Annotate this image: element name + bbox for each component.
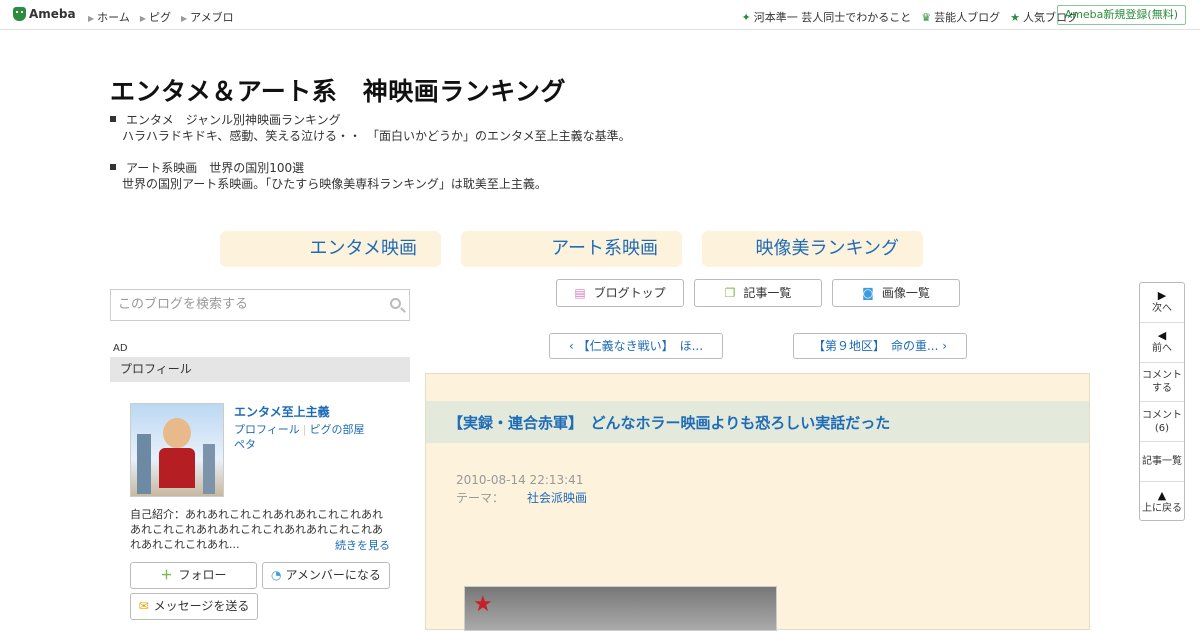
profile-link[interactable]: プロフィール [234,423,300,436]
plus-icon: ＋ [160,568,173,582]
signup-button[interactable]: Ameba新規登録(無料) [1056,5,1186,25]
send-message-button[interactable]: ✉ メッセージを送る [130,593,258,620]
avatar-body [159,448,195,488]
arrow-icon: ▶ [180,14,188,23]
blog-title[interactable]: エンタメ＆アート系 神映画ランキング [110,72,566,108]
side-back-to-top-button[interactable]: ▲ 上に戻る [1140,482,1184,522]
star-icon: ★ [1010,11,1020,24]
chevron-left-icon: ‹ [568,339,578,353]
article-title-bar: 【実録・連合赤軍】 どんなホラー映画よりも恐ろしい実話だった [426,401,1089,443]
read-more-link[interactable]: 続きを見る [335,537,390,553]
envelope-icon: ✉ [138,599,149,613]
trending-topic-link[interactable]: ✦ 河本準一 芸人同士でわかること [742,9,912,25]
follow-button[interactable]: ＋フォロー [130,562,257,589]
ameba-logo-icon [13,7,26,21]
nav-pigg-link[interactable]: ▶ ピグ [140,9,171,25]
pigg-room-link[interactable]: ピグの部屋 [310,423,365,436]
avatar-building [137,434,151,494]
side-comments-button[interactable]: コメント (6) [1140,402,1184,443]
entry-list-button[interactable]: ❐ 記事一覧 [694,279,822,307]
description-item: エンタメ ジャンル別神映画ランキング ハラハラドキドキ、感動、笑える泣ける・・ … [110,112,631,144]
header-right-links: ✦ 河本準一 芸人同士でわかること ♛ 芸能人ブログ ★ 人気ブログ [742,9,1078,25]
global-header: Ameba ▶ ホーム ▶ ピグ ▶ アメブロ ✦ 河本準一 芸人同士でわかること ♛ 芸… [0,0,1200,30]
article-date: 2010-08-14 22:13:41 [456,473,584,487]
side-next-button[interactable]: ▶ 次へ [1140,283,1184,323]
ad-label: AD [113,343,128,354]
bullet-icon [110,116,116,122]
nav-home-link[interactable]: ▶ ホーム [88,9,130,25]
avatar[interactable] [130,403,224,497]
blog-search-input[interactable]: このブログを検索する [110,289,410,321]
blog-top-button[interactable]: ▤ ブログトップ [556,279,684,307]
theme-label: テーマ： [456,491,505,505]
category-art-button[interactable]: アート系映画 [461,231,682,267]
camera-icon: ◙ [862,286,874,300]
play-left-icon: ◀ [1157,329,1167,343]
profile-header: プロフィール [110,357,410,382]
chevron-right-icon: › [938,339,948,353]
profile-card: エンタメ至上主義 プロフィール | ピグの部屋 ペタ 自己紹介：あれあれこれこれあれ… [120,392,400,632]
triangle-up-icon: ▲ [1157,488,1167,502]
celebrity-blog-link[interactable]: ♛ 芸能人ブログ [921,9,1000,25]
document-icon: ▤ [574,286,586,300]
profile-links: プロフィール | ピグの部屋 ペタ [234,422,384,452]
logo-text: Ameba [29,7,76,21]
theme-link[interactable]: 社会派映画 [527,489,587,506]
article: 【実録・連合赤軍】 どんなホラー映画よりも恐ろしい実話だった 2010-08-1… [425,373,1090,631]
image-list-button[interactable]: ◙ 画像一覧 [832,279,960,307]
arrow-icon: ▶ [88,14,95,23]
global-nav: ▶ ホーム ▶ ピグ ▶ アメブロ [88,9,234,25]
side-navigation: ▶ 次へ ◀ 前へ コメント する コメント (6) 記事一覧 ▲ 上に戻る [1139,282,1185,521]
arrow-icon: ▶ [139,14,146,23]
avatar-building [203,444,215,494]
next-entry-link[interactable]: 【第９地区】 命の重... › [793,333,967,359]
side-comment-post-button[interactable]: コメント する [1140,363,1184,403]
amember-button[interactable]: ◔ アメンバーになる [262,562,390,589]
blog-description: エンタメ ジャンル別神映画ランキング ハラハラドキドキ、感動、笑える泣ける・・ … [110,112,631,208]
prev-entry-link[interactable]: ‹ 【仁義なき戦い】 ほ... [549,333,723,359]
nav-ameblo-link[interactable]: ▶ アメブロ [181,9,234,25]
side-prev-button[interactable]: ◀ 前へ [1140,323,1184,363]
article-image[interactable]: ★ [464,586,777,631]
category-entertainment-button[interactable]: エンタメ映画 [220,231,441,267]
description-item: アート系映画 世界の国別100選 世界の国別アート系映画。「ひたすら映像美専科ラ… [110,160,631,192]
separator: | [302,423,307,436]
avatar-head [163,418,191,448]
chat-icon: ◔ [271,568,282,582]
article-title-link[interactable]: 【実録・連合赤軍】 どんなホラー映画よりも恐ろしい実話だった [448,412,890,433]
crown-icon: ♛ [921,11,932,24]
side-entry-list-button[interactable]: 記事一覧 [1140,442,1184,482]
bullet-icon [110,164,116,170]
pages-icon: ❐ [724,286,736,300]
sparkle-icon: ✦ [741,11,751,24]
category-visual-ranking-button[interactable]: 映像美ランキング [702,231,923,267]
profile-name-link[interactable]: エンタメ至上主義 [234,403,330,420]
ameba-logo[interactable]: Ameba [13,7,76,21]
peta-link[interactable]: ペタ [234,438,256,451]
search-icon[interactable] [390,298,401,309]
play-right-icon: ▶ [1157,289,1167,303]
